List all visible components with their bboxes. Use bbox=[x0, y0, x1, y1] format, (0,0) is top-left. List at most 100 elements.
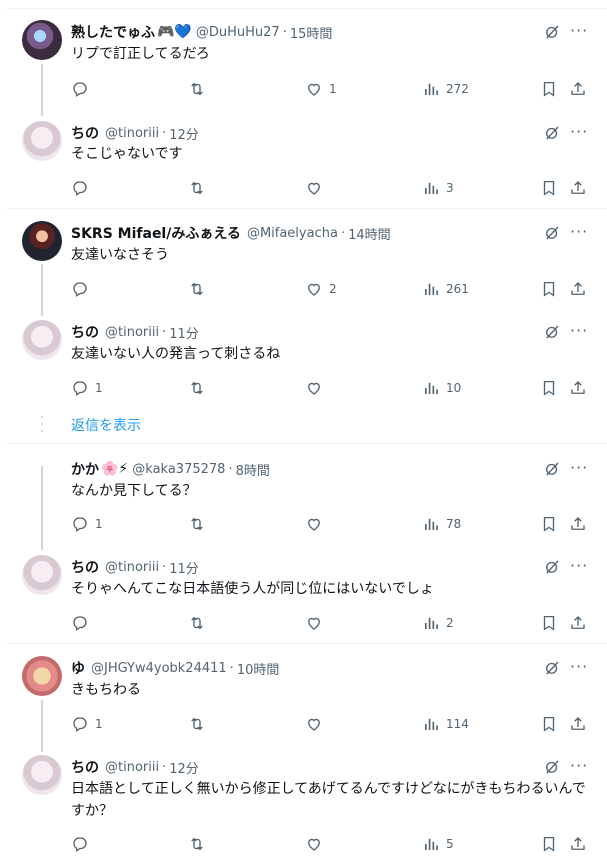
avatar[interactable] bbox=[22, 121, 62, 161]
share-button[interactable] bbox=[569, 79, 587, 99]
display-name-text[interactable]: ちの bbox=[71, 123, 99, 143]
grok-icon[interactable] bbox=[543, 659, 561, 677]
display-name[interactable]: かか 🌸⚡ bbox=[71, 459, 128, 479]
avatar[interactable] bbox=[22, 656, 62, 696]
display-name[interactable]: ちの bbox=[71, 322, 101, 342]
reply-button[interactable] bbox=[71, 79, 95, 99]
more-options-icon[interactable]: ··· bbox=[570, 123, 588, 141]
retweet-button[interactable] bbox=[188, 279, 206, 299]
reply-button[interactable] bbox=[71, 834, 95, 854]
views-button[interactable]: 261 bbox=[422, 279, 469, 299]
more-options-icon[interactable]: ··· bbox=[570, 557, 588, 575]
grok-icon[interactable] bbox=[543, 23, 561, 41]
timestamp[interactable]: 8時間 bbox=[236, 460, 270, 479]
grok-icon[interactable] bbox=[543, 323, 561, 341]
like-button[interactable] bbox=[305, 178, 329, 198]
more-options-icon[interactable]: ··· bbox=[570, 658, 588, 676]
avatar[interactable] bbox=[22, 755, 62, 795]
reply-button[interactable] bbox=[71, 613, 95, 633]
display-name[interactable]: SKRS Mifael/みふぁえる bbox=[71, 223, 243, 243]
like-button[interactable] bbox=[305, 714, 329, 734]
grok-icon[interactable] bbox=[543, 558, 561, 576]
avatar[interactable] bbox=[22, 555, 62, 595]
display-name[interactable]: ちの bbox=[71, 757, 101, 777]
avatar[interactable] bbox=[22, 320, 62, 360]
more-options-icon[interactable]: ··· bbox=[570, 459, 588, 477]
views-button[interactable]: 10 bbox=[422, 378, 461, 398]
bookmark-button[interactable] bbox=[540, 514, 558, 534]
reply-button[interactable]: 1 bbox=[71, 714, 103, 734]
user-handle[interactable]: @tinoriii bbox=[105, 760, 159, 775]
reply-button[interactable] bbox=[71, 279, 95, 299]
reply-button[interactable]: 1 bbox=[71, 378, 103, 398]
views-button[interactable]: 3 bbox=[422, 178, 454, 198]
avatar[interactable] bbox=[22, 221, 62, 261]
display-name[interactable]: 熟したでゅふ 🎮💙 bbox=[71, 22, 192, 42]
display-name[interactable]: ちの bbox=[71, 557, 101, 577]
share-button[interactable] bbox=[569, 834, 587, 854]
views-button[interactable]: 114 bbox=[422, 714, 469, 734]
timestamp[interactable]: 12分 bbox=[169, 758, 199, 777]
bookmark-button[interactable] bbox=[540, 279, 558, 299]
retweet-button[interactable] bbox=[188, 514, 206, 534]
retweet-button[interactable] bbox=[188, 714, 206, 734]
more-options-icon[interactable]: ··· bbox=[570, 757, 588, 775]
display-name[interactable]: ちの bbox=[71, 123, 101, 143]
grok-icon[interactable] bbox=[543, 224, 561, 242]
more-options-icon[interactable]: ··· bbox=[570, 322, 588, 340]
more-options-icon[interactable]: ··· bbox=[570, 223, 588, 241]
timestamp[interactable]: 15時間 bbox=[290, 23, 333, 42]
share-button[interactable] bbox=[569, 514, 587, 534]
user-handle[interactable]: @tinoriii bbox=[105, 325, 159, 340]
share-button[interactable] bbox=[569, 613, 587, 633]
bookmark-button[interactable] bbox=[540, 613, 558, 633]
user-handle[interactable]: @JHGYw4yobk24411 bbox=[91, 661, 227, 676]
like-button[interactable] bbox=[305, 514, 329, 534]
reply-button[interactable] bbox=[71, 178, 95, 198]
display-name[interactable]: ゆ bbox=[71, 658, 87, 678]
share-button[interactable] bbox=[569, 378, 587, 398]
bookmark-button[interactable] bbox=[540, 714, 558, 734]
display-name-text[interactable]: ゆ bbox=[71, 658, 85, 678]
display-name-text[interactable]: かか bbox=[71, 459, 99, 479]
user-handle[interactable]: @kaka375278 bbox=[132, 462, 225, 477]
user-handle[interactable]: @tinoriii bbox=[105, 126, 159, 141]
like-button[interactable]: 1 bbox=[305, 79, 337, 99]
like-button[interactable] bbox=[305, 834, 329, 854]
avatar[interactable] bbox=[22, 20, 62, 60]
like-button[interactable] bbox=[305, 613, 329, 633]
bookmark-button[interactable] bbox=[540, 79, 558, 99]
display-name-text[interactable]: SKRS Mifael/みふぁえる bbox=[71, 223, 241, 243]
timestamp[interactable]: 10時間 bbox=[237, 659, 280, 678]
share-button[interactable] bbox=[569, 714, 587, 734]
more-options-icon[interactable]: ··· bbox=[570, 22, 588, 40]
bookmark-button[interactable] bbox=[540, 834, 558, 854]
share-button[interactable] bbox=[569, 279, 587, 299]
user-handle[interactable]: @tinoriii bbox=[105, 560, 159, 575]
timestamp[interactable]: 14時間 bbox=[348, 224, 391, 243]
views-button[interactable]: 272 bbox=[422, 79, 469, 99]
bookmark-button[interactable] bbox=[540, 378, 558, 398]
timestamp[interactable]: 12分 bbox=[169, 124, 199, 143]
user-handle[interactable]: @Mifaelyacha bbox=[247, 226, 338, 241]
share-button[interactable] bbox=[569, 178, 587, 198]
display-name-text[interactable]: ちの bbox=[71, 557, 99, 577]
retweet-button[interactable] bbox=[188, 834, 206, 854]
display-name-text[interactable]: ちの bbox=[71, 322, 99, 342]
like-button[interactable]: 2 bbox=[305, 279, 337, 299]
retweet-button[interactable] bbox=[188, 613, 206, 633]
grok-icon[interactable] bbox=[543, 460, 561, 478]
grok-icon[interactable] bbox=[543, 124, 561, 142]
timestamp[interactable]: 11分 bbox=[169, 323, 199, 342]
display-name-text[interactable]: ちの bbox=[71, 757, 99, 777]
timestamp[interactable]: 11分 bbox=[169, 558, 199, 577]
show-replies-link[interactable]: 返信を表示 bbox=[71, 415, 141, 435]
retweet-button[interactable] bbox=[188, 378, 206, 398]
user-handle[interactable]: @DuHuHu27 bbox=[196, 25, 280, 40]
views-button[interactable]: 2 bbox=[422, 613, 454, 633]
bookmark-button[interactable] bbox=[540, 178, 558, 198]
retweet-button[interactable] bbox=[188, 178, 206, 198]
reply-button[interactable]: 1 bbox=[71, 514, 103, 534]
display-name-text[interactable]: 熟したでゅふ bbox=[71, 22, 155, 42]
grok-icon[interactable] bbox=[543, 758, 561, 776]
